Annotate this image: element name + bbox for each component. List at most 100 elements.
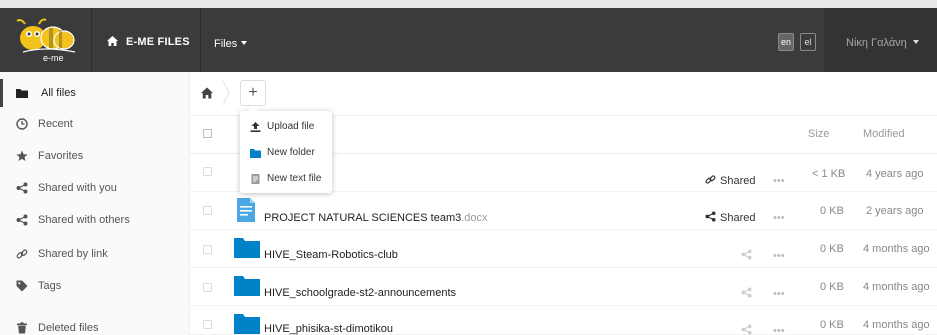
more-actions-button[interactable]: •••: [773, 250, 785, 262]
sidebar-item-label: Shared by link: [38, 248, 108, 260]
file-name[interactable]: HIVE_phisika-st-dimotikou: [264, 323, 393, 335]
more-actions-button[interactable]: •••: [773, 325, 785, 335]
file-modified: 4 months ago: [863, 281, 930, 293]
menu-item-label: New text file: [267, 173, 322, 184]
home-icon: [107, 36, 118, 46]
header-divider: [91, 8, 92, 72]
sidebar-item-label: Recent: [38, 118, 73, 130]
app-brand[interactable]: E-ME FILES: [107, 36, 190, 48]
new-file-menu: Upload file New folder New text file: [240, 106, 332, 193]
file-basename: HIVE_phisika-st-dimotikou: [264, 323, 393, 335]
row-checkbox[interactable]: [203, 283, 212, 292]
file-extension: .docx: [461, 212, 488, 224]
file-name[interactable]: PROJECT NATURAL SCIENCES team3.docx: [264, 212, 488, 224]
menu-item-label: Upload file: [267, 121, 315, 132]
upload-icon: [250, 122, 261, 132]
share-icon: [16, 182, 28, 194]
sidebar-item-shared-with-you[interactable]: Shared with you: [0, 174, 190, 202]
file-modified: 2 years ago: [866, 205, 924, 217]
files-menu-button[interactable]: Files: [214, 38, 248, 50]
file-modified: 4 months ago: [863, 243, 930, 255]
new-button[interactable]: +: [240, 80, 266, 106]
sidebar-item-label: Deleted files: [38, 322, 99, 334]
share-icon[interactable]: [741, 324, 752, 335]
sidebar-item-label: All files: [41, 87, 76, 99]
breadcrumb-separator: [222, 80, 230, 106]
language-en-button[interactable]: en: [778, 33, 794, 51]
sidebar-item-label: Tags: [38, 280, 62, 292]
menu-item-upload-file[interactable]: Upload file: [240, 114, 332, 140]
folder-icon: [250, 149, 261, 158]
user-menu-button[interactable]: Νίκη Γαλάνη: [846, 37, 919, 49]
sidebar-item-tags[interactable]: Tags: [0, 272, 190, 300]
folder-icon: [234, 314, 260, 334]
more-actions-button[interactable]: •••: [773, 212, 785, 224]
row-checkbox[interactable]: [203, 245, 212, 254]
share-icon[interactable]: [741, 287, 752, 298]
logo-text: e-me: [43, 53, 64, 63]
sidebar-item-shared-by-link[interactable]: Shared by link: [0, 240, 190, 268]
menu-item-new-folder[interactable]: New folder: [240, 140, 332, 166]
share-icon: [16, 214, 28, 226]
file-size: < 1 KB: [812, 168, 846, 180]
text-file-icon: [251, 174, 260, 184]
sidebar-item-all-files[interactable]: All files: [0, 79, 190, 107]
column-header-modified[interactable]: Modified: [863, 128, 905, 140]
more-actions-button[interactable]: •••: [773, 288, 785, 300]
more-actions-button[interactable]: •••: [773, 175, 785, 187]
chevron-down-icon: [912, 40, 919, 44]
file-size: 0 KB: [820, 319, 844, 331]
folder-icon: [234, 276, 260, 296]
file-size: 0 KB: [820, 243, 844, 255]
language-el-button[interactable]: el: [800, 33, 816, 51]
user-name: Νίκη Γαλάνη: [846, 37, 907, 49]
files-menu-label: Files: [214, 38, 238, 50]
file-name[interactable]: HIVE_schoolgrade-st2-announcements: [264, 287, 456, 299]
share-button[interactable]: Shared: [705, 211, 755, 224]
sidebar-item-label: Shared with others: [38, 214, 130, 226]
chevron-down-icon: [241, 41, 248, 45]
home-icon[interactable]: [201, 87, 213, 99]
menu-item-new-text-file[interactable]: New text file: [240, 166, 332, 192]
sidebar-item-label: Shared with you: [38, 182, 117, 194]
tag-icon: [16, 280, 28, 292]
share-icon: [705, 211, 716, 222]
select-all-checkbox[interactable]: [203, 129, 212, 138]
sidebar-item-shared-with-others[interactable]: Shared with others: [0, 206, 190, 234]
trash-icon: [17, 322, 27, 334]
sidebar-item-deleted-files[interactable]: Deleted files: [0, 314, 190, 335]
clock-icon: [16, 118, 28, 130]
breadcrumb: [190, 72, 937, 116]
share-button[interactable]: Shared: [705, 174, 755, 187]
file-modified: 4 months ago: [863, 319, 930, 331]
brand-label: E-ME FILES: [126, 36, 190, 48]
file-basename: HIVE_schoolgrade-st2-announcements: [264, 287, 457, 299]
file-basename: HIVE_Steam-Robotics-club: [264, 249, 398, 261]
file-modified: 4 years ago: [866, 168, 924, 180]
row-checkbox[interactable]: [203, 206, 212, 215]
share-icon[interactable]: [741, 249, 752, 260]
file-size: 0 KB: [820, 281, 844, 293]
folder-icon: [16, 89, 28, 98]
row-checkbox[interactable]: [203, 167, 212, 176]
top-header: e-me E-ME FILES Files en el Νίκη Γαλάνη: [0, 0, 937, 72]
document-icon: [237, 198, 255, 222]
folder-icon: [234, 238, 260, 258]
file-basename: PROJECT NATURAL SCIENCES team3: [264, 212, 462, 224]
header-divider: [200, 8, 201, 72]
link-icon: [705, 175, 716, 184]
sidebar-item-recent[interactable]: Recent: [0, 110, 190, 138]
file-size: 0 KB: [820, 205, 844, 217]
sidebar-item-favorites[interactable]: Favorites: [0, 142, 190, 170]
menu-item-label: New folder: [267, 147, 315, 158]
column-header-size[interactable]: Size: [808, 128, 829, 140]
share-label: Shared: [720, 175, 756, 187]
file-name[interactable]: HIVE_Steam-Robotics-club: [264, 249, 398, 261]
row-checkbox[interactable]: [203, 320, 212, 329]
link-icon: [16, 249, 28, 259]
star-icon: [16, 150, 28, 161]
share-label: Shared: [720, 212, 756, 224]
app-window: e-me E-ME FILES Files en el Νίκη Γαλάνη …: [0, 0, 937, 335]
sidebar-item-label: Favorites: [38, 150, 84, 162]
e-me-logo[interactable]: e-me: [9, 16, 81, 64]
